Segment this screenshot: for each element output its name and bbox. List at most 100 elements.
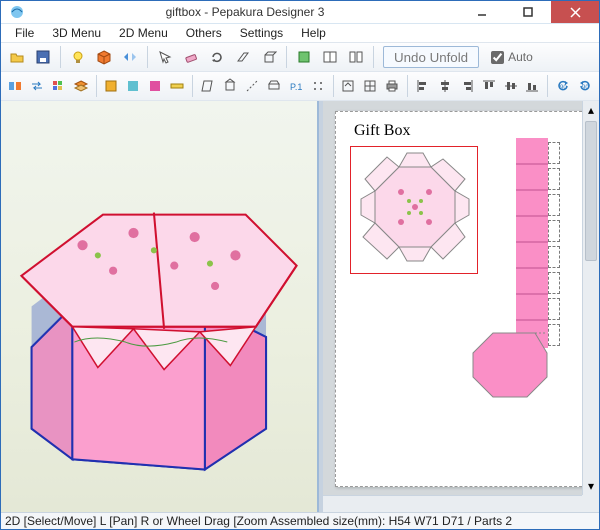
align-right-icon [459, 78, 475, 94]
align-middle-button[interactable] [501, 74, 521, 98]
snap-button[interactable] [145, 74, 165, 98]
flip-button[interactable] [118, 45, 142, 69]
align-top-button[interactable] [479, 74, 499, 98]
rotate-cw-button[interactable]: 90 [575, 74, 595, 98]
titlebar: giftbox - Pepakura Designer 3 [1, 1, 599, 24]
menu-help[interactable]: Help [293, 24, 334, 42]
model-3d [1, 101, 317, 512]
selection-box[interactable] [350, 146, 478, 274]
close-button[interactable] [551, 1, 599, 23]
align-left-icon [415, 78, 431, 94]
palette-icon [51, 78, 67, 94]
maximize-button[interactable] [505, 1, 551, 23]
reflect-button[interactable] [5, 74, 25, 98]
shade-button[interactable] [92, 45, 116, 69]
pick-button[interactable] [153, 45, 177, 69]
rotate-ccw-button[interactable]: 90 [553, 74, 573, 98]
extrude-icon [261, 49, 277, 65]
page-button[interactable]: P.1 [286, 74, 306, 98]
scroll-up-icon[interactable]: ▴ [583, 101, 599, 118]
split-button[interactable] [318, 45, 342, 69]
strip-tab [548, 194, 560, 216]
lid-net [351, 147, 479, 275]
edge-button[interactable] [242, 74, 262, 98]
double-button[interactable] [344, 45, 368, 69]
pick-tool-icon [157, 49, 173, 65]
auto-checkbox[interactable] [491, 51, 504, 64]
svg-text:90: 90 [560, 85, 567, 91]
layers-button[interactable] [71, 74, 91, 98]
minimize-button[interactable] [459, 1, 505, 23]
auto-checkbox-label[interactable]: Auto [491, 50, 533, 64]
strip-tab [548, 298, 560, 320]
shear-button[interactable] [231, 45, 255, 69]
measure-button[interactable] [167, 74, 187, 98]
menu-file[interactable]: File [7, 24, 42, 42]
align-top-icon [481, 78, 497, 94]
grid-button[interactable] [360, 74, 380, 98]
strip-tab [548, 324, 560, 346]
viewport-3d[interactable] [1, 101, 319, 512]
zoomfit-button[interactable] [338, 74, 358, 98]
tab-button[interactable] [264, 74, 284, 98]
strip-tab [548, 168, 560, 190]
snap-icon [147, 78, 163, 94]
region-button[interactable] [292, 45, 316, 69]
window-double-icon [348, 49, 364, 65]
status-text: 2D [Select/Move] L [Pan] R or Wheel Drag… [5, 514, 512, 528]
scroll-thumb[interactable] [585, 121, 597, 261]
scrollbar-horizontal[interactable] [323, 495, 582, 512]
strip-tab [548, 272, 560, 294]
window-buttons [459, 1, 599, 23]
swap-button[interactable] [27, 74, 47, 98]
rotate-button[interactable] [205, 45, 229, 69]
rotate-cw-icon: 90 [577, 78, 593, 94]
extrude-button[interactable] [257, 45, 281, 69]
layers-icon [73, 78, 89, 94]
menu-2d[interactable]: 2D Menu [111, 24, 176, 42]
undo-unfold-button[interactable]: Undo Unfold [383, 46, 479, 68]
idea-button[interactable] [66, 45, 90, 69]
statusbar: 2D [Select/Move] L [Pan] R or Wheel Drag… [1, 512, 599, 529]
open-button[interactable] [5, 45, 29, 69]
orient-button[interactable] [102, 74, 122, 98]
svg-text:90: 90 [582, 85, 589, 91]
toolbar-1: Undo Unfold Auto [1, 43, 599, 72]
scroll-down-icon[interactable]: ▾ [583, 478, 599, 495]
flip-horizontal-icon [122, 49, 138, 65]
print-button[interactable] [382, 74, 402, 98]
palette-button[interactable] [49, 74, 69, 98]
page-icon: P.1 [288, 78, 304, 94]
align-left-button[interactable] [413, 74, 433, 98]
align-bottom-button[interactable] [523, 74, 543, 98]
workspace: Gift Box [1, 101, 599, 512]
grid-dot-icon [310, 78, 326, 94]
align-center-button[interactable] [435, 74, 455, 98]
scrollbar-vertical[interactable]: ▴ ▾ [582, 101, 599, 495]
measure-icon [169, 78, 185, 94]
save-button[interactable] [31, 45, 55, 69]
align-right-button[interactable] [457, 74, 477, 98]
menu-settings[interactable]: Settings [232, 24, 291, 42]
idea-icon [70, 49, 86, 65]
erase-button[interactable] [179, 45, 203, 69]
window-title: giftbox - Pepakura Designer 3 [31, 5, 459, 19]
menubar: File 3D Menu 2D Menu Others Settings Hel… [1, 24, 599, 43]
texture-button[interactable] [123, 74, 143, 98]
bottom-octagon[interactable] [453, 327, 548, 412]
align-center-icon [437, 78, 453, 94]
viewport-2d[interactable]: Gift Box [323, 101, 599, 512]
region-icon [296, 49, 312, 65]
rotate-tool-icon [209, 49, 225, 65]
zoom-fit-icon [340, 78, 356, 94]
menu-others[interactable]: Others [178, 24, 230, 42]
undo-group: Undo Unfold Auto [383, 46, 533, 68]
menu-3d[interactable]: 3D Menu [44, 24, 109, 42]
scroll-corner [582, 495, 599, 512]
rotate-ccw-icon: 90 [555, 78, 571, 94]
unfold-button[interactable] [198, 74, 218, 98]
flap-button[interactable] [220, 74, 240, 98]
griddot-button[interactable] [308, 74, 328, 98]
cube-color-icon [96, 49, 112, 65]
strip-tab [548, 142, 560, 164]
